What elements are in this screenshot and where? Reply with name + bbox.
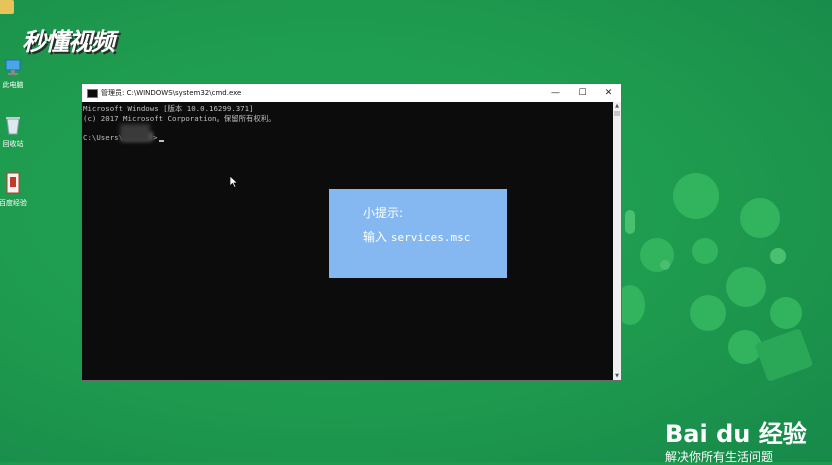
vertical-scrollbar[interactable]: ▲ ▼ bbox=[613, 102, 621, 380]
desktop-icon-label: 百度经验 bbox=[0, 199, 27, 207]
desktop-icon-recycle-bin[interactable]: 回收站 bbox=[0, 115, 33, 149]
tip-body: 输入 services.msc bbox=[363, 228, 470, 245]
desktop-icon-label: 此电脑 bbox=[2, 81, 24, 89]
scroll-down-icon[interactable]: ▼ bbox=[613, 372, 621, 380]
console-line: (c) 2017 Microsoft Corporation。保留所有权利。 bbox=[83, 113, 276, 123]
prompt-path: C:\Users\ bbox=[83, 132, 124, 142]
minimize-button[interactable]: — bbox=[542, 84, 569, 102]
title-bar[interactable]: 管理员: C:\WINDOWS\system32\cmd.exe — ☐ ✕ bbox=[82, 84, 621, 102]
close-button[interactable]: ✕ bbox=[595, 84, 622, 102]
tip-title: 小提示: bbox=[363, 206, 404, 220]
window-title: 管理员: C:\WINDOWS\system32\cmd.exe bbox=[101, 89, 242, 97]
tip-command: services.msc bbox=[390, 231, 471, 244]
maximize-button[interactable]: ☐ bbox=[569, 84, 596, 102]
console-prompt-line: C:\Users\ > bbox=[83, 132, 613, 142]
console-line: Microsoft Windows [版本 10.0.16299.371] bbox=[83, 104, 254, 113]
desktop-icon-label: 回收站 bbox=[2, 140, 24, 148]
folder-icon bbox=[0, 0, 14, 14]
tip-box: 小提示: 输入 services.msc bbox=[329, 189, 507, 278]
app-icon bbox=[0, 172, 33, 196]
redacted-blur bbox=[120, 124, 150, 142]
scrollbar-thumb[interactable] bbox=[614, 111, 620, 116]
desktop-icon-this-pc[interactable]: 此电脑 bbox=[0, 58, 33, 90]
console-icon bbox=[87, 89, 98, 98]
watermark-logo: 秒懂视频 bbox=[22, 28, 115, 56]
scroll-up-icon[interactable]: ▲ bbox=[613, 102, 621, 110]
baidu-jingyan-watermark: Bai du 经验 bbox=[665, 420, 807, 448]
computer-icon bbox=[0, 58, 33, 78]
recycle-bin-icon bbox=[0, 115, 33, 137]
baidu-tagline: 解决你所有生活问题 bbox=[665, 450, 774, 464]
prompt-suffix: > bbox=[153, 132, 158, 142]
tip-prefix: 输入 bbox=[363, 230, 388, 244]
text-cursor bbox=[158, 140, 164, 142]
mouse-pointer-icon bbox=[229, 173, 239, 192]
desktop-icon-baidu-jingyan[interactable]: 百度经验 bbox=[0, 172, 33, 208]
